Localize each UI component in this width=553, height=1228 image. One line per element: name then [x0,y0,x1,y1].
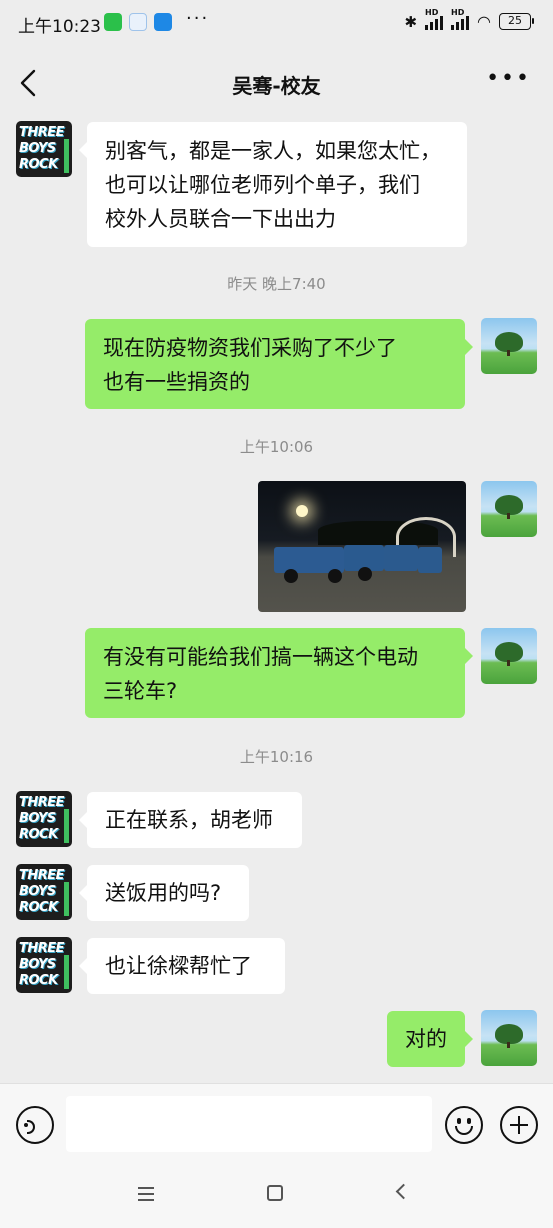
message-bubble-incoming[interactable]: 别客气，都是一家人，如果您太忙， 也可以让哪位老师列个单子，我们 校外人员联合一… [79,122,467,247]
message-bubble-outgoing[interactable]: 对的 [387,1011,473,1067]
recent-apps-icon[interactable] [138,1187,154,1201]
wifi-icon: ◠ [477,12,491,31]
qq-notification-icon [154,13,172,31]
plus-icon[interactable] [500,1106,538,1144]
app-notification-icon [129,13,147,31]
self-avatar[interactable] [481,481,537,537]
home-icon[interactable] [267,1185,283,1201]
chat-header: 吴骞-校友 ••• [0,52,553,114]
contact-avatar[interactable]: THREE BOYS ROCK [16,937,72,993]
image-message[interactable] [258,481,466,612]
signal-icon: HD [425,8,444,30]
contact-avatar[interactable]: THREE BOYS ROCK [16,791,72,847]
input-bar [0,1083,553,1167]
message-bubble-outgoing[interactable]: 现在防疫物资我们采购了不少了 也有一些捐资的 [85,319,473,409]
self-avatar[interactable] [481,1010,537,1066]
message-timestamp: 上午10:16 [239,748,314,766]
emoji-icon[interactable] [445,1106,483,1144]
contact-avatar[interactable]: THREE BOYS ROCK [16,864,72,920]
message-timestamp: 上午10:06 [239,438,314,456]
status-bar: 上午10:23 ··· ✱ HD HD ◠ 25 [0,0,553,46]
wechat-notification-icon [104,13,122,31]
message-bubble-outgoing[interactable]: 有没有可能给我们搞一辆这个电动 三轮车? [85,628,473,718]
battery-icon: 25 [499,13,534,30]
chat-title: 吴骞-校友 [232,74,321,98]
voice-icon[interactable] [16,1106,54,1144]
message-timestamp: 昨天 晚上7:40 [227,275,326,293]
more-icon[interactable]: ••• [486,66,531,91]
bluetooth-icon: ✱ [404,12,418,31]
status-time: 上午10:23 [18,17,101,37]
system-navigation-bar [0,1167,553,1228]
signal-icon-2: HD [451,8,470,30]
back-icon[interactable] [395,1183,412,1200]
self-avatar[interactable] [481,318,537,374]
message-input[interactable] [66,1096,432,1152]
self-avatar[interactable] [481,628,537,684]
message-bubble-incoming[interactable]: 送饭用的吗? [79,865,249,921]
contact-avatar[interactable]: THREE BOYS ROCK [16,121,72,177]
message-bubble-incoming[interactable]: 正在联系，胡老师 [79,792,302,848]
more-notifications-icon: ··· [186,8,210,29]
message-bubble-incoming[interactable]: 也让徐樑帮忙了 [79,938,285,994]
